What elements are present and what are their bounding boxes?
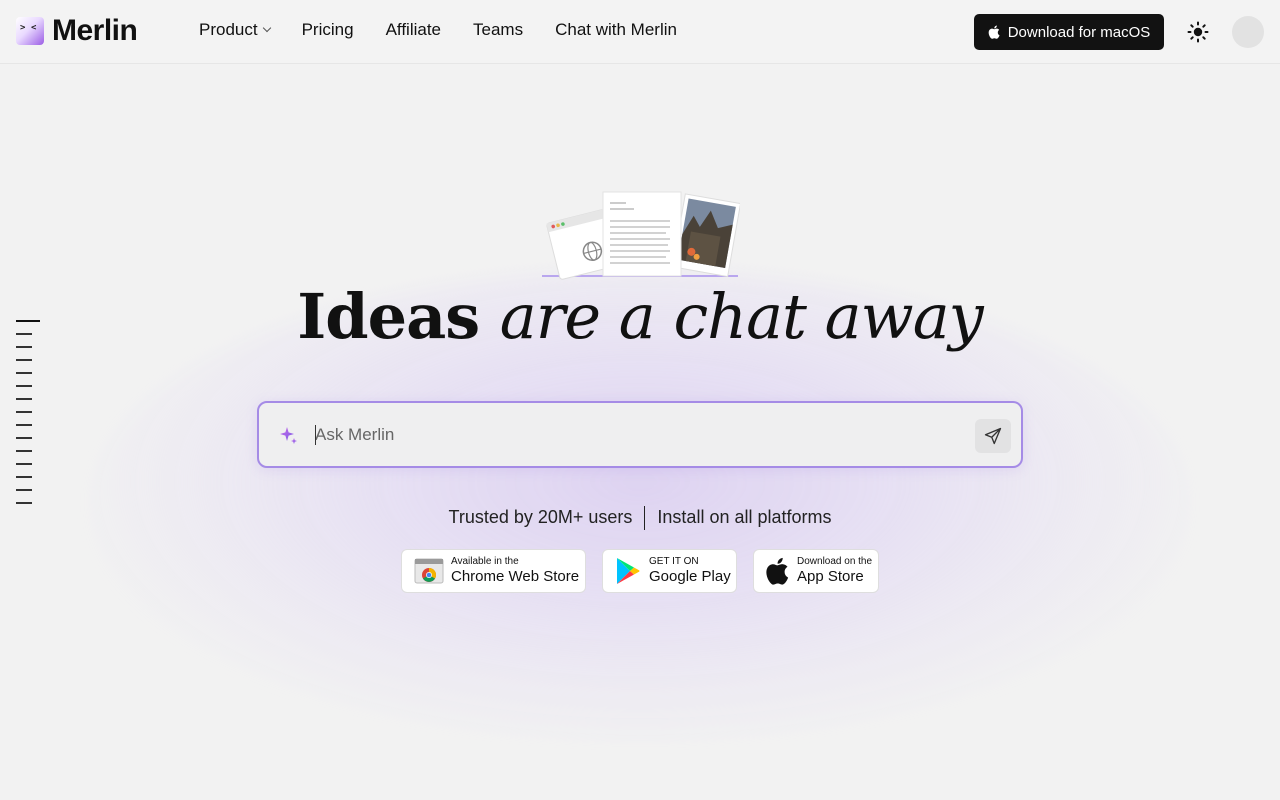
store-big-label: Chrome Web Store [451, 568, 580, 585]
section-marker[interactable] [16, 411, 32, 413]
divider [644, 506, 646, 530]
nav-item-product[interactable]: Product [199, 20, 271, 40]
section-marker[interactable] [16, 463, 32, 465]
send-button[interactable] [975, 419, 1011, 453]
section-marker[interactable] [16, 502, 32, 504]
hero-title-plain: Ideas [297, 280, 480, 353]
section-marker[interactable] [16, 437, 32, 439]
hero-illustration [542, 191, 740, 280]
top-navbar: > < Merlin Product Pricing Affiliate Team… [0, 0, 1280, 64]
nav-item-label: Teams [473, 20, 524, 39]
nav-item-label: Product [199, 20, 258, 39]
nav-item-label: Affiliate [385, 20, 442, 39]
chrome-icon [414, 558, 444, 584]
nav-item-teams[interactable]: Teams [473, 20, 523, 40]
logo[interactable]: > < Merlin [16, 14, 138, 48]
section-nav-indicator[interactable] [16, 320, 40, 515]
section-marker[interactable] [16, 359, 32, 361]
store-big-label: App Store [797, 568, 864, 585]
section-marker[interactable] [16, 476, 32, 478]
theme-toggle-sun-icon[interactable] [1186, 20, 1210, 44]
main-nav: Product Pricing Affiliate Teams Chat wit… [199, 20, 677, 40]
apple-icon [988, 25, 1000, 39]
send-icon [984, 427, 1002, 445]
avatar[interactable] [1232, 16, 1264, 48]
brand-name: Merlin [52, 14, 138, 47]
sparkle-icon [280, 427, 297, 444]
download-button-label: Download for macOS [1007, 23, 1151, 41]
section-marker[interactable] [16, 385, 32, 387]
store-small-label: GET IT ON [649, 556, 699, 567]
nav-item-affiliate[interactable]: Affiliate [386, 20, 441, 40]
nav-item-chat[interactable]: Chat with Merlin [555, 20, 677, 40]
google-play-button[interactable]: GET IT ON Google Play [602, 549, 737, 593]
apple-icon [766, 557, 789, 585]
ask-merlin-box[interactable] [257, 401, 1023, 468]
app-store-button[interactable]: Download on the App Store [753, 549, 879, 593]
google-play-icon [617, 558, 640, 584]
chrome-web-store-button[interactable]: Available in the Chrome Web Store [401, 549, 586, 593]
section-marker[interactable] [16, 398, 32, 400]
trust-line: Trusted by 20M+ users Install on all plat… [0, 506, 1280, 530]
hero-title-italic: are a chat away [499, 280, 984, 353]
section-marker[interactable] [16, 372, 32, 374]
section-marker[interactable] [16, 424, 32, 426]
search-input[interactable] [315, 421, 955, 449]
section-marker[interactable] [16, 450, 32, 452]
store-small-label: Available in the [451, 556, 519, 567]
store-small-label: Download on the [797, 556, 873, 567]
install-platforms-text: Install on all platforms [657, 506, 832, 527]
hero-title: Ideas are a chat away [0, 280, 1280, 353]
store-big-label: Google Play [649, 568, 731, 585]
section-marker[interactable] [16, 346, 32, 348]
nav-item-pricing[interactable]: Pricing [302, 20, 354, 40]
download-macos-button[interactable]: Download for macOS [974, 14, 1164, 50]
merlin-logo-icon: > < [16, 17, 44, 45]
section-marker[interactable] [16, 333, 32, 335]
nav-item-label: Chat with Merlin [555, 20, 677, 39]
nav-item-label: Pricing [301, 20, 354, 39]
section-marker[interactable] [16, 489, 32, 491]
trusted-users-text: Trusted by 20M+ users [448, 506, 633, 527]
chevron-down-icon [262, 23, 271, 33]
section-marker[interactable] [16, 320, 40, 322]
text-cursor [315, 425, 316, 445]
